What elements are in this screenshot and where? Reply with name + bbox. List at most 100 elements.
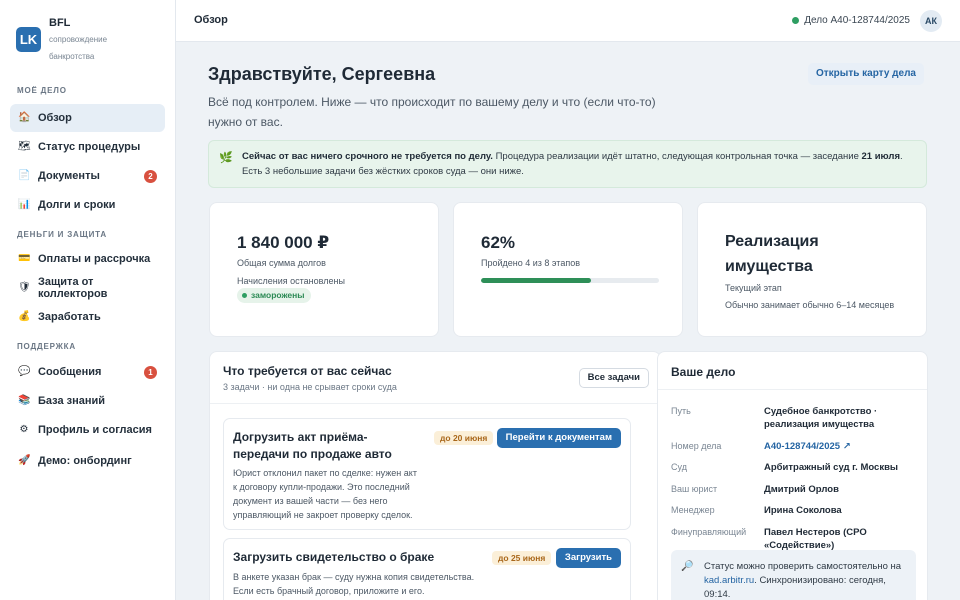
chart-icon: 📊 bbox=[18, 199, 31, 210]
brand: LK BFL сопровождение банкротства bbox=[0, 0, 175, 78]
sidebar-item-label: Демо: онбординг bbox=[38, 455, 132, 467]
progress-card: 62% Пройдено 4 из 8 этапов bbox=[453, 202, 683, 337]
section-label-my-case: МОЁ ДЕЛО bbox=[17, 86, 67, 95]
case-row-label: Ваш юрист bbox=[671, 484, 718, 494]
sidebar-item-profile[interactable]: ⚙ Профиль и согласия bbox=[10, 416, 165, 444]
progress-bar bbox=[481, 278, 659, 283]
lead-text: Всё под контролем. Ниже — что происходит… bbox=[208, 95, 656, 129]
case-number-link[interactable]: А40-128744/2025 ↗ bbox=[764, 440, 914, 453]
main-content: Здравствуйте, Сергеевна Открыть карту де… bbox=[176, 42, 960, 600]
case-row-label: Суд bbox=[671, 462, 687, 472]
sidebar-item-messages[interactable]: 💬 Сообщения 1 bbox=[10, 358, 165, 386]
court-value: Арбитражный суд г. Москвы bbox=[764, 462, 899, 473]
debt-caption: Общая сумма долгов bbox=[237, 258, 326, 268]
case-row-label: Финуправляющий bbox=[671, 527, 747, 537]
page-title: Обзор bbox=[194, 14, 228, 26]
document-icon: 📄 bbox=[18, 170, 31, 181]
sidebar-item-label: Профиль и согласия bbox=[38, 424, 152, 436]
debt-note: Начисления остановлены bbox=[237, 276, 345, 286]
task-title: Догрузить акт приёма-передачи по продаже… bbox=[233, 430, 392, 461]
task-title: Загрузить свидетельство о браке bbox=[233, 550, 435, 564]
books-icon: 📚 bbox=[18, 395, 31, 406]
sidebar-item-earn[interactable]: 💰 Заработать bbox=[10, 303, 165, 331]
upload-button[interactable]: Загрузить bbox=[555, 548, 621, 568]
case-header: Ваше дело bbox=[658, 352, 927, 390]
sidebar-item-label: Защита от коллекторов bbox=[38, 276, 108, 300]
sidebar-item-label: Заработать bbox=[38, 311, 101, 323]
house-icon: 🏠 bbox=[18, 112, 31, 123]
tasks-header: Что требуется от вас сейчас 3 задачи · н… bbox=[210, 352, 660, 404]
card-icon: 💳 bbox=[18, 253, 31, 264]
status-notice: 🌿 Сейчас от вас ничего срочного не требу… bbox=[208, 140, 927, 188]
sidebar-item-label: Статус процедуры bbox=[38, 141, 141, 153]
leaf-icon: 🌿 bbox=[219, 152, 233, 164]
sidebar-item-label: Документы bbox=[38, 170, 100, 182]
task-card: Догрузить акт приёма-передачи по продаже… bbox=[223, 418, 631, 530]
stage-caption: Текущий этап bbox=[725, 283, 782, 293]
chat-icon: 💬 bbox=[18, 366, 31, 377]
sync-info-text: Статус можно проверить самостоятельно на… bbox=[704, 561, 902, 600]
task-description-line: документ из вашей части — без него bbox=[233, 496, 388, 506]
progress-percent: 62% bbox=[481, 233, 516, 252]
greeting-heading: Здравствуйте, Сергеевна bbox=[208, 64, 436, 84]
brand-subtitle: сопровождение банкротства bbox=[49, 35, 108, 61]
sidebar-item-documents[interactable]: 📄 Документы 2 bbox=[10, 162, 165, 190]
stage-card: Реализация имущества Текущий этап Обычно… bbox=[697, 202, 927, 337]
case-row-label: Номер дела bbox=[671, 441, 722, 451]
task-card: Загрузить свидетельство о браке до 25 ию… bbox=[223, 538, 631, 600]
sidebar-item-debts-deadlines[interactable]: 📊 Долги и сроки bbox=[10, 191, 165, 219]
case-title: Ваше дело bbox=[671, 365, 736, 379]
administrator-value: Павел Нестеров (СРО «Содействие») bbox=[764, 527, 867, 551]
go-to-documents-button[interactable]: Перейти к документам bbox=[496, 428, 621, 448]
sidebar-item-label: Сообщения bbox=[38, 366, 102, 378]
sidebar-item-label: База знаний bbox=[38, 395, 106, 407]
gear-icon: ⚙ bbox=[19, 424, 29, 435]
tasks-title: Что требуется от вас сейчас bbox=[223, 364, 392, 378]
due-badge: до 20 июня bbox=[434, 431, 494, 445]
sidebar-item-demo-onboarding[interactable]: 🚀 Демо: онбординг bbox=[10, 447, 165, 475]
magnifier-icon: 🔎 bbox=[681, 561, 694, 572]
sidebar-item-payments[interactable]: 💳 Оплаты и рассрочка bbox=[10, 245, 165, 273]
logo: LK bbox=[16, 27, 41, 52]
task-description-line: В анкете указан брак — суду нужна копия … bbox=[233, 572, 475, 582]
shield-icon: 🛡 bbox=[18, 282, 31, 293]
topbar: Обзор Дело А40-128744/2025 АК bbox=[176, 0, 960, 42]
task-description-line: к договору купли-продажи. Это последний bbox=[233, 482, 410, 492]
sidebar-item-label: Обзор bbox=[38, 112, 72, 124]
documents-badge: 2 bbox=[144, 170, 157, 183]
section-label-money: ДЕНЬГИ И ЗАЩИТА bbox=[17, 230, 107, 239]
task-description-line: управляющий не закроет проверку сделок. bbox=[233, 510, 413, 520]
status-dot-icon bbox=[792, 17, 800, 24]
manager-value: Ирина Соколова bbox=[764, 505, 842, 516]
sidebar-item-overview[interactable]: 🏠 Обзор bbox=[10, 104, 165, 132]
sidebar-item-knowledge-base[interactable]: 📚 База знаний bbox=[10, 387, 165, 415]
avatar[interactable]: АК bbox=[920, 10, 942, 32]
case-row-label: Менеджер bbox=[671, 505, 715, 515]
all-tasks-button[interactable]: Все задачи bbox=[578, 368, 649, 388]
due-badge: до 25 июня bbox=[492, 551, 552, 565]
task-description-line: Если есть брачный договор, приложите и е… bbox=[233, 586, 425, 596]
progress-bar-fill bbox=[481, 278, 592, 283]
task-description-line: Юрист отклонил пакет по сделке: нужен ак… bbox=[233, 468, 417, 478]
case-path-value: Судебное банкротство · реализация имущес… bbox=[764, 406, 878, 430]
kad-arbitr-link[interactable]: kad.arbitr.ru bbox=[704, 575, 754, 586]
section-label-support: ПОДДЕРЖКА bbox=[17, 342, 76, 351]
stage-note: Обычно занимает обычно 6–14 месяцев bbox=[725, 300, 895, 310]
sync-info-box: 🔎 Статус можно проверить самостоятельно … bbox=[671, 550, 916, 600]
case-reference[interactable]: Дело А40-128744/2025 bbox=[792, 15, 910, 26]
case-reference-label: Дело А40-128744/2025 bbox=[804, 15, 910, 26]
sidebar-item-label: Оплаты и рассрочка bbox=[38, 253, 151, 265]
open-case-card-button[interactable]: Открыть карту дела bbox=[807, 63, 924, 85]
sidebar-item-procedure-status[interactable]: 🗺 Статус процедуры bbox=[10, 133, 165, 161]
lawyer-value: Дмитрий Орлов bbox=[764, 484, 839, 495]
sidebar-item-collectors[interactable]: 🛡 Защита от коллекторов bbox=[10, 274, 165, 302]
sidebar-item-label: Долги и сроки bbox=[38, 199, 116, 211]
current-stage: Реализация имущества bbox=[725, 233, 819, 275]
case-panel: Ваше дело Путь Судебное банкротство · ре… bbox=[657, 351, 928, 600]
messages-badge: 1 bbox=[144, 366, 157, 379]
map-icon: 🗺 bbox=[18, 141, 31, 152]
sidebar: LK BFL сопровождение банкротства МОЁ ДЕЛ… bbox=[0, 0, 176, 600]
moneybag-icon: 💰 bbox=[18, 311, 31, 322]
brand-name: BFL bbox=[49, 17, 71, 29]
status-badge: заморожены bbox=[237, 288, 311, 303]
